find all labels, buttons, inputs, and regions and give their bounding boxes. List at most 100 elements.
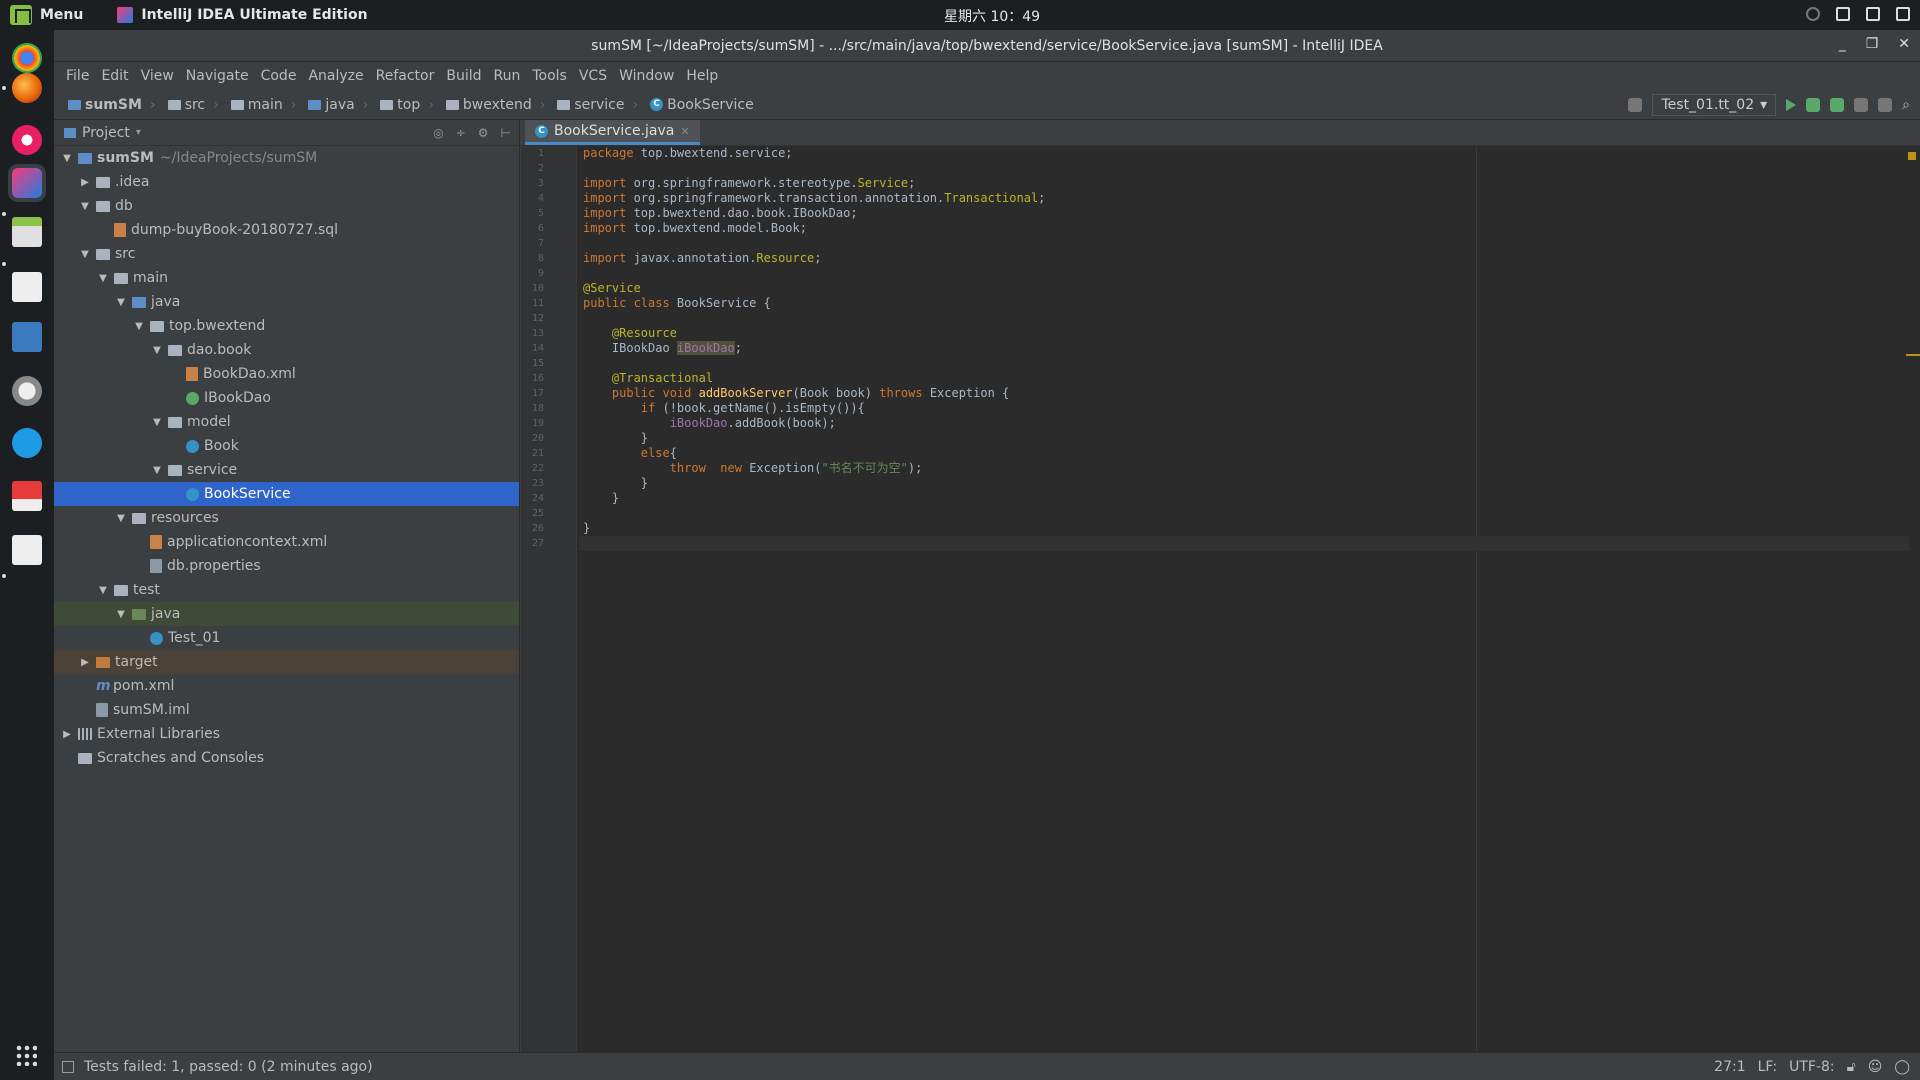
code-line[interactable]: import top.bwextend.dao.book.IBookDao; (579, 206, 1909, 221)
code-line[interactable]: } (579, 521, 1909, 536)
menu-analyze[interactable]: Analyze (302, 68, 369, 84)
tree-item[interactable]: db.properties (54, 554, 519, 578)
locate-icon[interactable]: ◎ (433, 126, 443, 140)
code-line[interactable]: @Resource (579, 326, 1909, 341)
tree-item[interactable]: dump-buyBook-20180727.sql (54, 218, 519, 242)
code-line[interactable]: if (!book.getName().isEmpty()){ (579, 401, 1909, 416)
code-line[interactable]: throw new Exception("书名不可为空"); (579, 461, 1909, 476)
menu-refactor[interactable]: Refactor (370, 68, 441, 84)
code-line[interactable] (579, 161, 1909, 176)
line-separator[interactable]: LF: (1758, 1059, 1777, 1075)
tree-item[interactable]: BookService (54, 482, 519, 506)
tree-item[interactable]: ▼ dao.book (54, 338, 519, 362)
file-manager-icon[interactable] (12, 217, 42, 247)
expand-arrow-icon[interactable]: ▼ (150, 465, 164, 476)
maximize-icon[interactable]: ❐ (1866, 36, 1879, 52)
project-structure-icon[interactable] (1878, 98, 1893, 112)
hide-icon[interactable]: ⊢ (501, 126, 511, 140)
menu-code[interactable]: Code (255, 68, 303, 84)
code-line[interactable]: } (579, 476, 1909, 491)
code-line[interactable]: else{ (579, 446, 1909, 461)
sync-icon[interactable] (1806, 7, 1820, 21)
tree-item[interactable]: ▼ sumSM ~/IdeaProjects/sumSM (54, 146, 519, 170)
menu-run[interactable]: Run (488, 68, 527, 84)
firefox-icon[interactable] (12, 73, 42, 103)
menu-file[interactable]: File (60, 68, 95, 84)
menu-build[interactable]: Build (440, 68, 487, 84)
tree-item[interactable]: sumSM.iml (54, 698, 519, 722)
menu-tools[interactable]: Tools (526, 68, 573, 84)
screenshot-icon[interactable] (12, 322, 42, 352)
line-number-gutter[interactable]: 1 2 3 4 5 6 7 8 9 10 11 12 13 14 15 16 17 18 19 20 21 22 23 24 2… (521, 146, 577, 1052)
system-clock[interactable]: 星期六 10：49 (944, 6, 1040, 26)
breadcrumb-top[interactable]: top › (374, 97, 440, 113)
tree-item[interactable]: ▼ resources (54, 506, 519, 530)
code-line[interactable]: public class BookService { (579, 296, 1909, 311)
volume-icon[interactable] (1866, 7, 1880, 21)
tree-item[interactable]: ▼ service (54, 458, 519, 482)
coverage-icon[interactable] (1830, 98, 1845, 112)
expand-arrow-icon[interactable]: ▼ (114, 513, 128, 524)
breadcrumb-service[interactable]: service › (551, 97, 644, 113)
battery-icon[interactable] (1896, 7, 1910, 21)
warning-marker[interactable] (1906, 354, 1920, 356)
run-icon[interactable] (1786, 99, 1797, 111)
inspector-icon[interactable]: ☺︎ (1868, 1059, 1883, 1075)
tree-item[interactable]: Book (54, 434, 519, 458)
menu-help[interactable]: Help (680, 68, 724, 84)
code-line[interactable]: IBookDao iBookDao; (579, 341, 1909, 356)
menu-vcs[interactable]: VCS (573, 68, 613, 84)
error-stripe[interactable] (1906, 146, 1920, 1052)
tree-item[interactable]: Test_01 (54, 626, 519, 650)
music-app-icon[interactable] (12, 125, 42, 155)
expand-arrow-icon[interactable]: ▼ (132, 321, 146, 332)
expand-arrow-icon[interactable]: ▼ (78, 201, 92, 212)
tree-item[interactable]: Scratches and Consoles (54, 746, 519, 770)
face-app-icon[interactable] (12, 376, 42, 406)
code-line[interactable] (579, 266, 1909, 281)
close-tab-icon[interactable]: ✕ (680, 125, 689, 138)
settings-icon[interactable]: ⚙ (478, 126, 489, 140)
status-message[interactable]: Tests failed: 1, passed: 0 (2 minutes ag… (84, 1059, 373, 1075)
project-view-selector[interactable]: Project (82, 125, 130, 141)
code-line[interactable] (579, 536, 1909, 551)
refresh-app-icon[interactable] (12, 428, 42, 458)
code-line[interactable]: import javax.annotation.Resource; (579, 251, 1909, 266)
breadcrumb-bwextend[interactable]: bwextend › (440, 97, 551, 113)
code-line[interactable] (579, 356, 1909, 371)
document-viewer-icon[interactable] (12, 535, 42, 565)
tree-item[interactable]: ▼ model (54, 410, 519, 434)
show-apps-icon[interactable] (15, 1044, 37, 1066)
tree-item[interactable]: ▼ db (54, 194, 519, 218)
stop-icon[interactable] (1854, 98, 1869, 112)
image-viewer-icon[interactable] (12, 481, 42, 511)
tool-windows-icon[interactable] (62, 1060, 74, 1073)
tree-item[interactable]: ▼ src (54, 242, 519, 266)
code-line[interactable] (579, 236, 1909, 251)
expand-arrow-icon[interactable]: ▼ (96, 273, 110, 284)
code-line[interactable]: import org.springframework.stereotype.Se… (579, 176, 1909, 191)
tree-item[interactable]: ▶ External Libraries (54, 722, 519, 746)
expand-arrow-icon[interactable]: ▼ (150, 345, 164, 356)
tab-bookservice[interactable]: C BookService.java ✕ (525, 120, 700, 145)
tree-item[interactable]: applicationcontext.xml (54, 530, 519, 554)
code-line[interactable] (579, 506, 1909, 521)
active-app-indicator[interactable]: IntelliJ IDEA Ultimate Edition (117, 7, 368, 23)
lock-icon[interactable]: 🔓︎ (1847, 1059, 1856, 1075)
collapse-arrow-icon[interactable]: ▶ (60, 729, 74, 740)
run-configuration-select[interactable]: Test_01.tt_02 ▾ (1652, 94, 1777, 116)
menu-view[interactable]: View (135, 68, 180, 84)
warning-icon[interactable] (1908, 152, 1916, 160)
window-titlebar[interactable]: sumSM [~/IdeaProjects/sumSM] - .../src/m… (54, 30, 1920, 62)
file-encoding[interactable]: UTF-8: (1789, 1059, 1835, 1075)
tree-item[interactable]: ▶ .idea (54, 170, 519, 194)
expand-arrow-icon[interactable]: ▼ (150, 417, 164, 428)
chrome-icon[interactable] (12, 43, 42, 73)
search-icon[interactable]: ⌕ (1902, 97, 1910, 113)
tree-item[interactable]: ▼ main (54, 266, 519, 290)
breadcrumb-java[interactable]: java › (302, 97, 374, 113)
tree-item[interactable]: ▼ java (54, 602, 519, 626)
chevron-down-icon[interactable]: ▾ (136, 127, 141, 138)
code-line[interactable]: } (579, 431, 1909, 446)
expand-arrow-icon[interactable]: ▼ (96, 585, 110, 596)
